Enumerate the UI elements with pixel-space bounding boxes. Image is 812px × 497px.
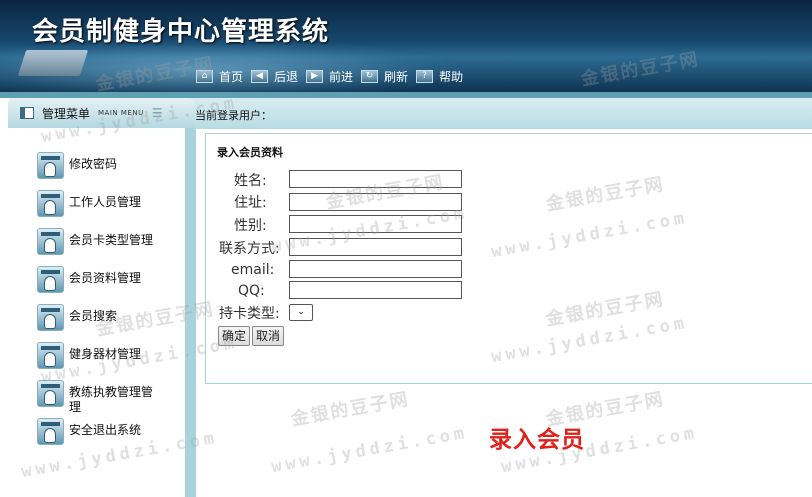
menu-list: 修改密码 工作人员管理 会员卡类型管理 会员资料管理 会员搜索 健身器材管理 教… (37, 152, 187, 456)
menu-item-change-password[interactable]: 修改密码 (37, 152, 187, 190)
field-name-row: 姓名: (234, 170, 267, 189)
nav-help[interactable]: ? 帮助 (416, 68, 463, 85)
user-icon (37, 190, 64, 217)
cancel-button[interactable]: 取消 (252, 326, 284, 346)
sidebar-body: 修改密码 工作人员管理 会员卡类型管理 会员资料管理 会员搜索 健身器材管理 教… (8, 128, 185, 497)
form-title: 录入会员资料 (217, 146, 283, 159)
field-label: 性别: (234, 217, 267, 234)
menu-item-label: 安全退出系统 (69, 423, 142, 437)
menu-item-label: 会员搜索 (69, 309, 118, 323)
menu-item-staff[interactable]: 工作人员管理 (37, 190, 187, 228)
nav-forward-label: 前进 (329, 69, 354, 84)
field-label: 联系方式: (219, 240, 280, 257)
menu-item-card-types[interactable]: 会员卡类型管理 (37, 228, 187, 266)
field-label: 住址: (234, 194, 267, 211)
menu-item-equipment[interactable]: 健身器材管理 (37, 342, 187, 380)
menu-item-label: 健身器材管理 (69, 347, 142, 361)
menu-item-member-profiles[interactable]: 会员资料管理 (37, 266, 187, 304)
collapse-icon[interactable]: ☰ (152, 106, 163, 120)
confirm-button[interactable]: 确定 (218, 326, 250, 346)
user-icon (37, 228, 64, 255)
chevron-down-icon: ⌄ (297, 307, 305, 317)
field-address-row: 住址: (234, 192, 267, 211)
page-caption: 录入会员 (489, 427, 585, 453)
user-icon (37, 418, 64, 445)
field-gender-row: 性别: (234, 215, 267, 234)
field-email-row: email: (231, 260, 274, 279)
help-icon: ? (416, 69, 434, 83)
field-qq-row: QQ: (238, 281, 265, 300)
menu-panel-icon (20, 107, 34, 119)
menu-item-label: 教练执教管理管理 (69, 385, 154, 414)
app-title: 会员制健身中心管理系统 (32, 17, 330, 47)
home-icon: ⌂ (196, 69, 213, 83)
menu-item-member-search[interactable]: 会员搜索 (37, 304, 187, 342)
user-icon (37, 266, 64, 293)
field-label: email: (231, 261, 275, 278)
sidebar-title: 管理菜单 (42, 106, 91, 121)
field-label: QQ: (238, 282, 265, 299)
qq-input[interactable] (289, 281, 462, 299)
back-arrow-icon: ◀ (251, 69, 269, 83)
nav-refresh[interactable]: ↻ 刷新 (361, 68, 408, 85)
field-label: 持卡类型: (219, 305, 280, 322)
menu-item-coaching[interactable]: 教练执教管理管理 (37, 380, 187, 418)
gender-input[interactable] (289, 215, 462, 233)
sidebar-header: 管理菜单 MAIN MENU ☰ (8, 98, 194, 128)
sidebar: 管理菜单 MAIN MENU ☰ 修改密码 工作人员管理 会员卡类型管理 会员资… (8, 98, 194, 497)
name-input[interactable] (289, 170, 462, 188)
field-label: 姓名: (234, 172, 267, 189)
menu-item-label: 会员卡类型管理 (69, 233, 154, 247)
menu-item-label: 修改密码 (69, 157, 118, 171)
menu-item-logout[interactable]: 安全退出系统 (37, 418, 187, 456)
nav-home[interactable]: ⌂ 首页 (196, 68, 243, 85)
user-icon (37, 304, 64, 331)
user-icon (37, 152, 64, 179)
field-card-type-row: 持卡类型: (219, 303, 280, 322)
contact-input[interactable] (289, 238, 462, 256)
refresh-icon: ↻ (361, 69, 379, 83)
nav-forward[interactable]: ▶ 前进 (306, 68, 353, 85)
nav-refresh-label: 刷新 (384, 69, 409, 84)
menu-item-label: 工作人员管理 (69, 195, 142, 209)
user-icon (37, 380, 64, 407)
laptop-graphic (17, 50, 89, 76)
sidebar-subtitle: MAIN MENU (98, 109, 144, 117)
status-bar: 当前登录用户： (176, 98, 812, 129)
nav-back-label: 后退 (274, 69, 299, 84)
field-contact-row: 联系方式: (219, 238, 280, 257)
email-input[interactable] (289, 260, 462, 278)
nav-home-label: 首页 (219, 69, 244, 84)
top-nav: ⌂ 首页 ◀ 后退 ▶ 前进 ↻ 刷新 ? 帮助 (196, 67, 471, 85)
current-user-label: 当前登录用户： (195, 109, 272, 122)
menu-item-label: 会员资料管理 (69, 271, 142, 285)
user-icon (37, 342, 64, 369)
app-header: 会员制健身中心管理系统 ⌂ 首页 ◀ 后退 ▶ 前进 ↻ 刷新 ? 帮助 (0, 0, 812, 92)
nav-back[interactable]: ◀ 后退 (251, 68, 298, 85)
nav-help-label: 帮助 (439, 69, 464, 84)
card-type-select[interactable]: ⌄ (289, 304, 313, 321)
forward-arrow-icon: ▶ (306, 69, 324, 83)
address-input[interactable] (289, 193, 462, 211)
